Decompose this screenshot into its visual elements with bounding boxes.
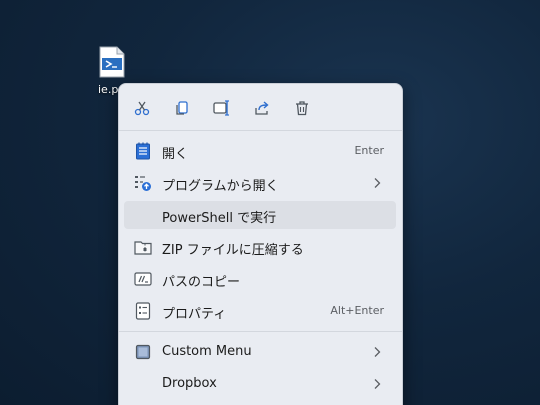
menu-item-copy-path[interactable]: パスのコピー: [124, 265, 396, 293]
notepad-icon: [134, 142, 152, 160]
menu-item-label: ZIP ファイルに圧縮する: [162, 243, 304, 258]
menu-item-dropbox[interactable]: Dropbox: [124, 370, 396, 398]
desktop: ie.p 開く Enter プログラムから開く PowerShell で実行 Z…: [0, 0, 540, 405]
menu-item-custom-menu[interactable]: Custom Menu: [124, 338, 396, 366]
context-menu: 開く Enter プログラムから開く PowerShell で実行 ZIP ファ…: [118, 83, 403, 405]
cut-icon: [134, 101, 150, 116]
menu-item-label: プログラムから開く: [162, 179, 279, 194]
open-with-icon: [134, 174, 152, 192]
menu-item-compress-zip[interactable]: ZIP ファイルに圧縮する: [124, 233, 396, 261]
zip-folder-icon: [134, 238, 152, 256]
properties-icon: [134, 302, 152, 320]
desktop-file-label: ie.p: [98, 83, 119, 96]
menu-item-open-with[interactable]: プログラムから開く: [124, 169, 396, 197]
menu-item-open[interactable]: 開く Enter: [124, 137, 396, 165]
menu-item-run-powershell[interactable]: PowerShell で実行: [124, 201, 396, 229]
share-icon: [255, 101, 269, 115]
rename-icon: [213, 100, 229, 116]
copy-icon: [176, 101, 188, 115]
copy-button[interactable]: [170, 96, 194, 120]
menu-item-properties[interactable]: プロパティ Alt+Enter: [124, 297, 396, 325]
menu-item-label: Custom Menu: [162, 344, 252, 359]
rename-button[interactable]: [210, 96, 234, 120]
copy-path-icon: [134, 270, 152, 288]
menu-item-label: プロパティ: [162, 307, 227, 322]
cut-button[interactable]: [130, 96, 154, 120]
menu-item-label: 開く: [162, 147, 189, 162]
separator: [119, 130, 402, 131]
chevron-right-icon: [374, 379, 381, 389]
menu-item-label: Dropbox: [162, 376, 217, 391]
menu-item-shortcut: Alt+Enter: [330, 304, 384, 317]
menu-item-label: パスのコピー: [162, 275, 241, 290]
share-button[interactable]: [250, 96, 274, 120]
menu-item-shortcut: Enter: [354, 144, 384, 157]
separator: [119, 331, 402, 332]
custom-menu-icon: [134, 343, 152, 361]
powershell-file-icon: [99, 46, 125, 78]
context-action-bar: [119, 84, 402, 130]
delete-icon: [296, 101, 308, 116]
menu-item-label: PowerShell で実行: [162, 211, 277, 226]
chevron-right-icon: [374, 178, 381, 188]
delete-button[interactable]: [290, 96, 314, 120]
chevron-right-icon: [374, 347, 381, 357]
